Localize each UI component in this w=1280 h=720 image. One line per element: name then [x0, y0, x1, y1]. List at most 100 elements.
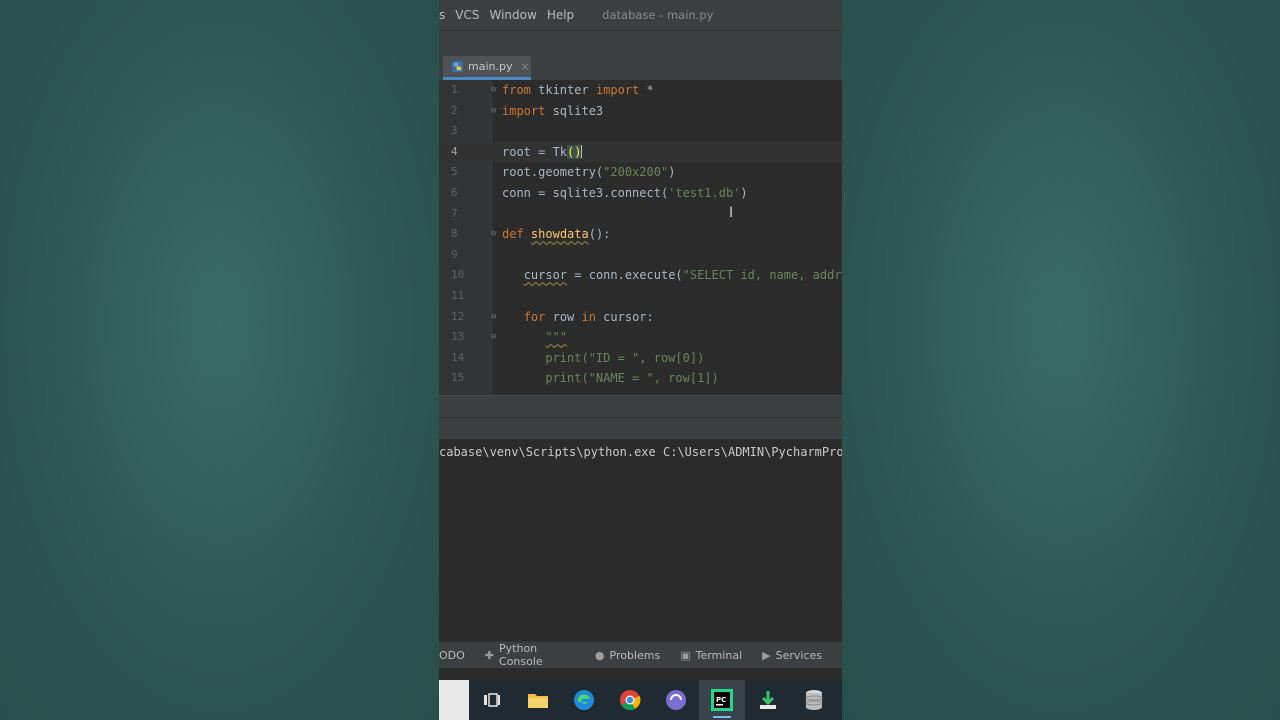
- line-number: 13: [451, 330, 465, 344]
- services-label: Services: [775, 648, 822, 662]
- code-line[interactable]: 12 ⊖ for row in cursor:: [439, 307, 842, 328]
- python-console-tool-button[interactable]: ✚ Python Console: [485, 642, 575, 668]
- menu-item-vcs[interactable]: VCS: [455, 8, 479, 22]
- chrome-browser-icon: [620, 690, 641, 711]
- line-number: 1: [451, 83, 458, 96]
- taskbar-pycharm[interactable]: PC: [699, 680, 745, 720]
- terminal-tool-button[interactable]: ▣ Terminal: [680, 649, 742, 662]
- menu-item-help[interactable]: Help: [547, 8, 574, 22]
- menu-item-partial[interactable]: s: [439, 8, 445, 22]
- code-text: def showdata():: [502, 227, 611, 242]
- svg-text:PC: PC: [716, 696, 726, 704]
- fold-icon[interactable]: ⊖: [491, 101, 496, 122]
- line-number: 8: [451, 227, 458, 241]
- problems-tool-button[interactable]: ● Problems: [595, 649, 660, 662]
- taskbar-app-purple[interactable]: [653, 680, 699, 720]
- tool-window-strip: ODO ✚ Python Console ● Problems ▣ Termin…: [439, 641, 842, 668]
- window-title: database - main.py: [602, 8, 714, 22]
- python-file-icon: [451, 60, 464, 73]
- app-purple-icon: [666, 690, 686, 710]
- taskbar-edge[interactable]: [561, 680, 607, 720]
- terminal-label: Terminal: [695, 648, 743, 662]
- editor-tab-bar: main.py ×: [439, 54, 842, 81]
- code-line[interactable]: 7: [439, 204, 842, 225]
- line-number: 3: [451, 124, 458, 138]
- pycharm-icon: PC: [711, 689, 733, 711]
- terminal-icon: ▣: [680, 648, 691, 662]
- code-line[interactable]: 4 root = Tk(): [439, 142, 842, 163]
- edge-browser-icon: [574, 690, 594, 710]
- code-text: root.geometry("200x200"): [502, 165, 676, 180]
- tab-label: main.py: [468, 60, 513, 73]
- folder-icon: [528, 694, 548, 708]
- code-editor[interactable]: 1 ⊖ from tkinter import * 2 ⊖ import sqlite3 3…: [439, 80, 842, 395]
- close-icon[interactable]: ×: [520, 60, 529, 73]
- python-console-icon: ✚: [484, 648, 495, 662]
- line-number: 12: [451, 309, 465, 323]
- menu-bar: s VCS Window Help database - main.py: [439, 0, 842, 30]
- problems-icon: ●: [594, 648, 605, 662]
- fold-icon[interactable]: ⊖: [491, 327, 496, 348]
- taskbar-installer[interactable]: [745, 680, 791, 720]
- taskbar-chrome[interactable]: [607, 680, 653, 720]
- code-text: print("NAME = ", row[1]): [545, 371, 719, 386]
- line-number: 9: [451, 247, 458, 261]
- line-number: 4: [451, 144, 458, 158]
- fold-icon[interactable]: ⊖: [491, 224, 496, 245]
- services-tool-button[interactable]: ▶ Services: [762, 649, 822, 662]
- line-number: 7: [451, 206, 458, 220]
- editor-scrollbar-strip[interactable]: [439, 395, 842, 418]
- todo-label: ODO: [439, 648, 465, 662]
- todo-tool-button[interactable]: ODO: [439, 649, 465, 662]
- line-number: 15: [451, 371, 465, 385]
- code-line[interactable]: 15 print("NAME = ", row[1]): [439, 368, 842, 389]
- line-number: 14: [451, 350, 465, 364]
- code-text: """: [545, 330, 568, 345]
- taskbar-database[interactable]: [791, 680, 837, 720]
- code-text: cursor = conn.execute("SELECT id, name, …: [523, 268, 842, 283]
- code-line[interactable]: 3: [439, 121, 842, 142]
- services-icon: ▶: [762, 648, 771, 662]
- code-line[interactable]: 14 print("ID = ", row[0]): [439, 348, 842, 369]
- code-line[interactable]: 1 ⊖ from tkinter import *: [439, 80, 842, 101]
- background-left: [0, 0, 439, 720]
- fold-icon[interactable]: ⊖: [491, 80, 496, 101]
- console-command-line: cabase\venv\Scripts\python.exe C:\Users\…: [439, 445, 842, 459]
- tab-main-py[interactable]: main.py ×: [443, 56, 531, 80]
- fold-icon[interactable]: ⊖: [491, 307, 496, 328]
- mouse-ibeam-icon: Ι: [729, 205, 734, 221]
- line-number: 6: [451, 186, 458, 199]
- code-text: import sqlite3: [502, 103, 604, 118]
- run-tool-header: [439, 417, 842, 440]
- taskbar-search-box[interactable]: [439, 680, 469, 720]
- pycharm-window: s VCS Window Help database - main.py mai…: [439, 0, 842, 720]
- taskbar-file-explorer[interactable]: [515, 680, 561, 720]
- taskbar-task-view[interactable]: [469, 680, 515, 720]
- python-console-label: Python Console: [499, 642, 543, 668]
- code-line[interactable]: 13 ⊖ """: [439, 327, 842, 348]
- code-line[interactable]: 9: [439, 245, 842, 266]
- code-text: print("ID = ", row[0]): [545, 350, 705, 365]
- background-right: [842, 0, 1280, 720]
- run-console[interactable]: cabase\venv\Scripts\python.exe C:\Users\…: [439, 439, 842, 641]
- code-text: from tkinter import *: [502, 83, 654, 97]
- problems-label: Problems: [609, 648, 661, 662]
- code-line[interactable]: 6 conn = sqlite3.connect('test1.db'): [439, 183, 842, 204]
- windows-taskbar: PC: [439, 680, 842, 720]
- code-text: for row in cursor:: [523, 309, 654, 324]
- line-number: 2: [451, 103, 458, 117]
- code-line[interactable]: 2 ⊖ import sqlite3: [439, 101, 842, 122]
- database-icon: [805, 690, 823, 710]
- code-line[interactable]: 5 root.geometry("200x200"): [439, 162, 842, 183]
- installer-icon: [760, 691, 776, 709]
- code-text: root = Tk(): [502, 144, 583, 159]
- code-line[interactable]: 11: [439, 286, 842, 307]
- line-number: 11: [451, 289, 465, 302]
- task-view-icon: [484, 693, 500, 707]
- code-text: conn = sqlite3.connect('test1.db'): [502, 186, 748, 200]
- code-line[interactable]: 8 ⊖ def showdata():: [439, 224, 842, 245]
- menu-item-window[interactable]: Window: [489, 8, 536, 22]
- line-number: 10: [451, 268, 465, 282]
- line-number: 5: [451, 165, 458, 179]
- code-line[interactable]: 10 cursor = conn.execute("SELECT id, nam…: [439, 265, 842, 286]
